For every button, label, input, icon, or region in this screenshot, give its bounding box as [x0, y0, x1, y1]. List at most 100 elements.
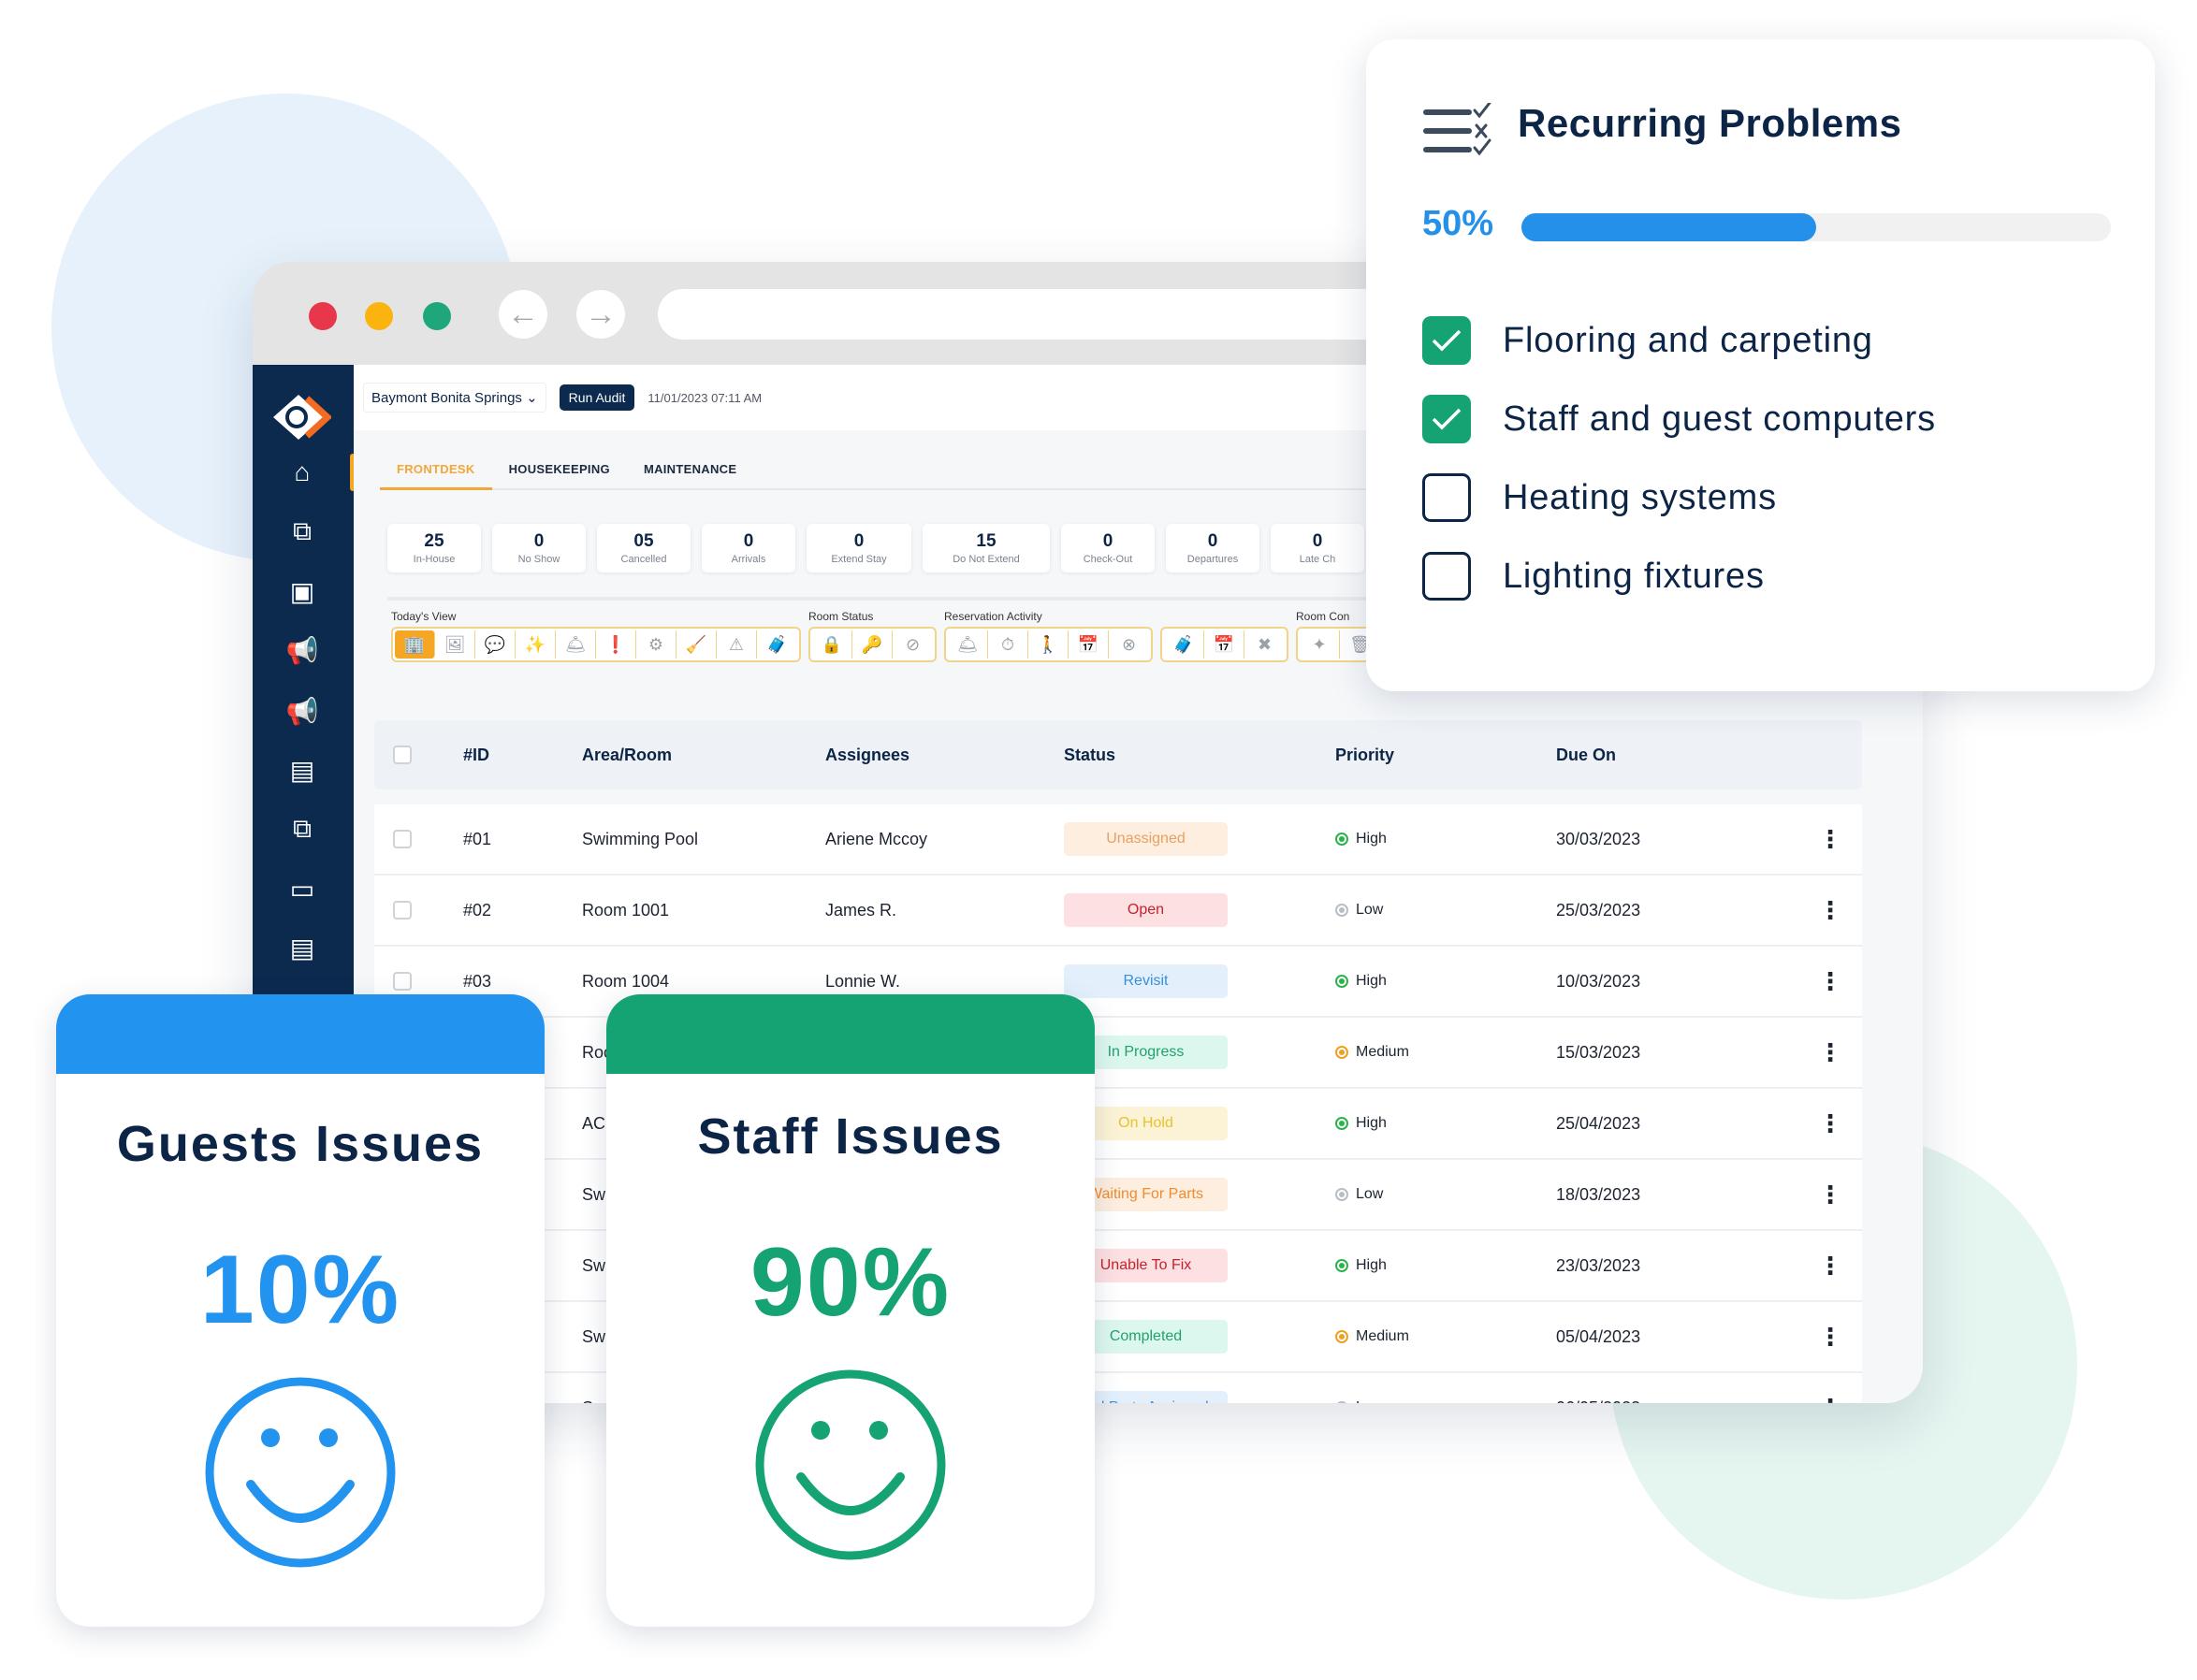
close-window-button[interactable] [309, 302, 337, 330]
stat-tile[interactable]: 0 Extend Stay [807, 524, 911, 572]
toolbar-icon-button[interactable]: ⏱ [988, 630, 1028, 659]
stat-label: Late Ch [1299, 554, 1336, 565]
stat-tile[interactable]: 0 Arrivals [702, 524, 795, 572]
filter-icon: ✦ [1312, 634, 1327, 654]
toolbar-icon-button[interactable]: 🔑 [852, 630, 893, 659]
row-area: Room 1001 [582, 900, 670, 920]
toolbar-icon-button[interactable]: ❗ [596, 630, 636, 659]
table-row[interactable]: #04Room 1006Clifton F.In ProgressMedium1… [374, 1018, 1862, 1089]
toolbar-icon-button[interactable]: 🛎 [948, 630, 988, 659]
toolbar-icon-button[interactable]: 🧳 [1164, 630, 1204, 659]
forward-button[interactable]: → [576, 290, 625, 339]
sidebar-item-megaphone[interactable]: 📢 [281, 631, 324, 669]
table-row[interactable]: Sw3rd Party AssignedLow06/05/2023⋮ [374, 1373, 1862, 1403]
unchecked-checkbox[interactable] [1422, 473, 1471, 522]
toolbar-icon-button[interactable]: ✖ [1244, 630, 1285, 659]
tab-frontdesk[interactable]: FRONTDESK [380, 455, 492, 490]
row-actions-cell: ⋮ [1818, 1040, 1855, 1065]
recurring-problem-item[interactable]: Staff and guest computers [1422, 380, 1936, 458]
more-options-icon[interactable]: ⋮ [1818, 825, 1842, 853]
recurring-problem-item[interactable]: Lighting fixtures [1422, 537, 1936, 616]
priority-dot-icon [1335, 1259, 1348, 1272]
table-row[interactable]: Sw Waiting For Parts Low 18/03/2023 ⋮ [374, 1160, 1862, 1231]
filter-icon: 🧹 [685, 634, 707, 654]
stat-tile[interactable]: 15 Do Not Extend [923, 524, 1050, 572]
sidebar-item-hierarchy[interactable]: ⧉ [281, 513, 324, 550]
column-header-priority[interactable]: Priority [1335, 746, 1556, 765]
sidebar-item-megaphone[interactable]: 📢 [281, 692, 324, 730]
column-header-status[interactable]: Status [1064, 746, 1335, 765]
stat-tile[interactable]: 05 Cancelled [597, 524, 691, 572]
status-badge[interactable]: Unassigned [1064, 822, 1228, 856]
row-checkbox[interactable] [393, 830, 412, 848]
back-button[interactable]: ← [499, 290, 547, 339]
app-logo-icon[interactable] [266, 389, 331, 445]
stat-tile[interactable]: 0 No Show [492, 524, 586, 572]
more-options-icon[interactable]: ⋮ [1818, 1252, 1842, 1280]
toolbar-icon-button[interactable]: ⚠ [717, 630, 757, 659]
sidebar-item-briefcase[interactable]: ▣ [281, 572, 324, 610]
checked-checkbox[interactable] [1422, 316, 1471, 365]
column-header-due-on[interactable]: Due On [1556, 746, 1818, 765]
row-checkbox[interactable] [393, 901, 412, 920]
stat-tile[interactable]: 0 Late Ch [1271, 524, 1364, 572]
column-header-assignees[interactable]: Assignees [825, 746, 1064, 765]
home-icon: ⌂ [294, 457, 311, 486]
status-badge[interactable]: Open [1064, 893, 1228, 927]
stat-tile[interactable]: 0 Check-Out [1061, 524, 1155, 572]
sidebar-item-contact-card[interactable]: ▤ [281, 751, 324, 789]
more-options-icon[interactable]: ⋮ [1818, 1394, 1842, 1404]
toolbar-icon-button[interactable]: 🖼 [435, 630, 475, 659]
table-row[interactable]: #03 Room 1004 Lonnie W. Revisit High 10/03/20… [374, 947, 1862, 1018]
minimize-window-button[interactable] [365, 302, 393, 330]
sidebar-item-hierarchy[interactable]: ⧉ [281, 810, 324, 847]
recurring-problem-item[interactable]: Flooring and carpeting [1422, 301, 1936, 380]
toolbar-icon-button[interactable]: 🚶 [1028, 630, 1069, 659]
stat-tile[interactable]: 25 In-House [387, 524, 481, 572]
toolbar-icon-button[interactable]: 📅 [1204, 630, 1244, 659]
toolbar-icon-button[interactable]: ⊘ [893, 630, 933, 659]
priority-indicator: Medium [1335, 1328, 1556, 1345]
status-badge[interactable]: Revisit [1064, 964, 1228, 998]
column-header-id[interactable]: #ID [463, 746, 582, 765]
table-row[interactable]: Sw Completed Medium 05/04/2023 ⋮ [374, 1302, 1862, 1373]
toolbar-icon-button[interactable]: 🏢 [395, 630, 435, 659]
toolbar-icon-button[interactable]: 🧳 [757, 630, 797, 659]
more-options-icon[interactable]: ⋮ [1818, 1109, 1842, 1137]
more-options-icon[interactable]: ⋮ [1818, 1323, 1842, 1351]
toolbar-icon-button[interactable]: 🔒 [812, 630, 852, 659]
table-row[interactable]: #01 Swimming Pool Ariene Mccoy Unassigned Hi… [374, 804, 1862, 876]
more-options-icon[interactable]: ⋮ [1818, 896, 1842, 924]
briefcase-icon: ▣ [289, 576, 315, 606]
sidebar-item-money[interactable]: ▭ [281, 870, 324, 907]
toolbar-icon-button[interactable]: ⚙ [636, 630, 677, 659]
sidebar-item-contact-card[interactable]: ▤ [281, 929, 324, 966]
run-audit-button[interactable]: Run Audit [559, 384, 635, 411]
table-row[interactable]: #02 Room 1001 James R. Open Low 25/03/2023 ⋮ [374, 876, 1862, 947]
recurring-problem-item[interactable]: Heating systems [1422, 458, 1936, 537]
toolbar-icon-button[interactable]: 🧹 [677, 630, 717, 659]
more-options-icon[interactable]: ⋮ [1818, 1180, 1842, 1209]
sidebar-item-home[interactable]: ⌂ [281, 454, 324, 491]
column-header-area[interactable]: Area/Room [582, 746, 825, 765]
more-options-icon[interactable]: ⋮ [1818, 1038, 1842, 1066]
checked-checkbox[interactable] [1422, 395, 1471, 443]
stat-tile[interactable]: 0 Departures [1166, 524, 1259, 572]
tab-housekeeping[interactable]: HOUSEKEEPING [492, 455, 627, 488]
toolbar-icon-button[interactable]: 📅 [1069, 630, 1109, 659]
unchecked-checkbox[interactable] [1422, 552, 1471, 601]
toolbar-icon-button[interactable]: ✦ [1300, 630, 1340, 659]
maximize-window-button[interactable] [423, 302, 451, 330]
toolbar-icon-button[interactable]: ✨ [516, 630, 556, 659]
row-checkbox[interactable] [393, 972, 412, 991]
toolbar-icon-button[interactable]: 🛎 [556, 630, 596, 659]
toolbar-icon-button[interactable]: 💬 [475, 630, 516, 659]
table-row[interactable]: Sw Unable To Fix High 23/03/2023 ⋮ [374, 1231, 1862, 1302]
row-status-cell: 3rd Party Assigned [1064, 1391, 1335, 1403]
tab-maintenance[interactable]: MAINTENANCE [627, 455, 753, 488]
hotel-select[interactable]: Baymont Bonita Springs ⌄ [363, 383, 546, 413]
toolbar-icon-button[interactable]: ⊗ [1109, 630, 1149, 659]
table-row[interactable]: AC On Hold High 25/04/2023 ⋮ [374, 1089, 1862, 1160]
select-all-checkbox[interactable] [393, 746, 412, 764]
more-options-icon[interactable]: ⋮ [1818, 967, 1842, 995]
